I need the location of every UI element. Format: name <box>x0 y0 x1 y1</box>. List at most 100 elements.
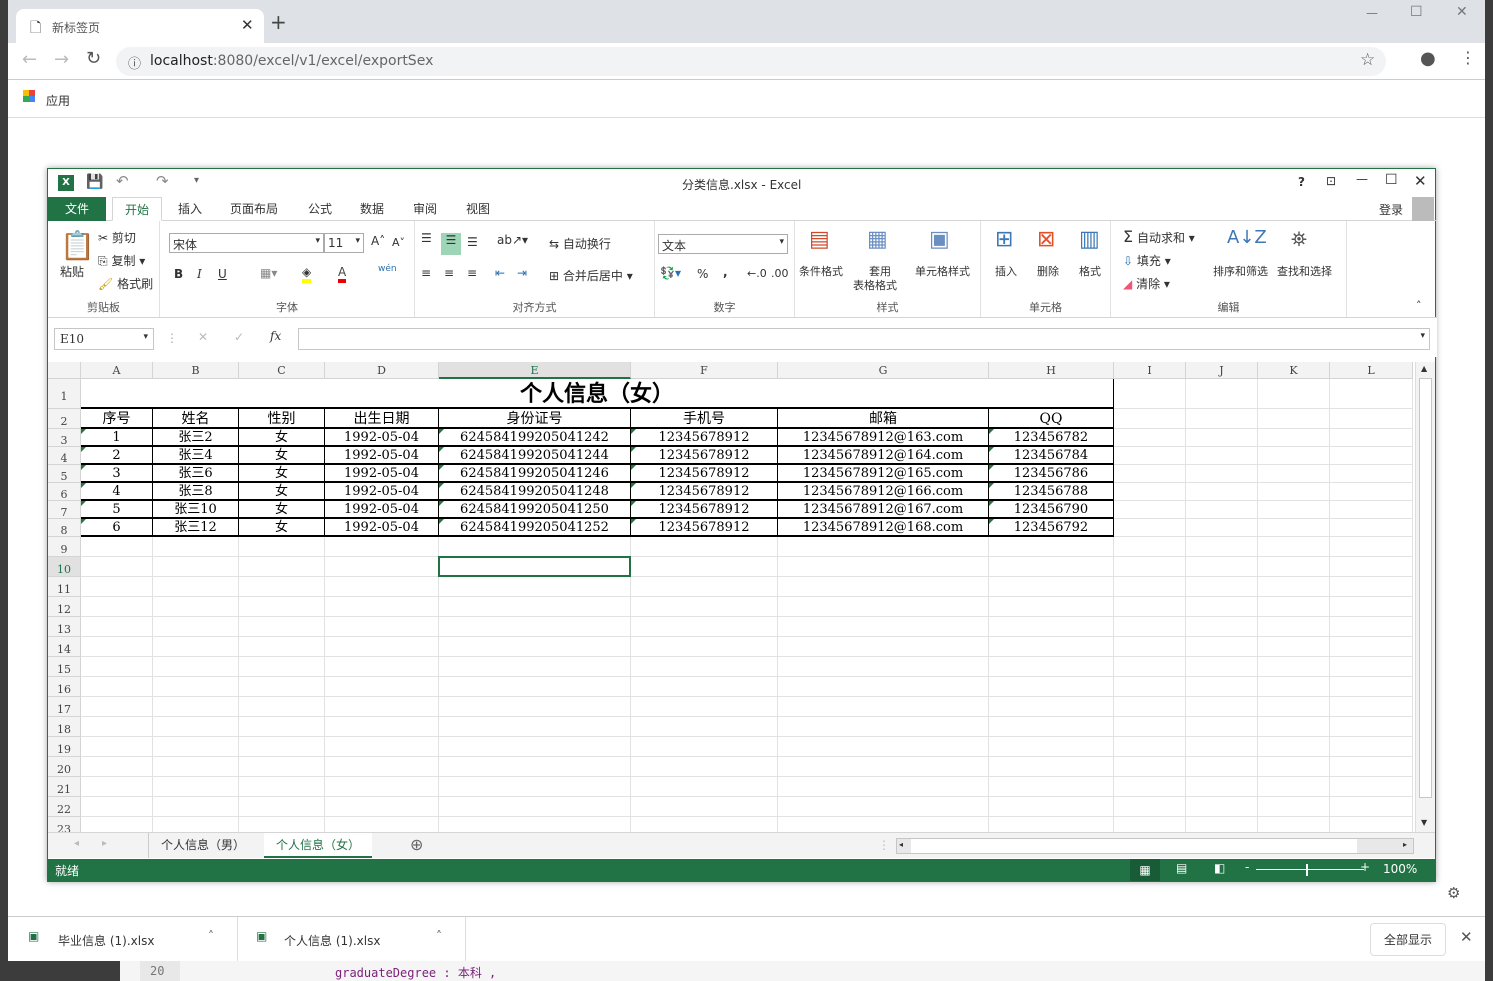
font-color-icon[interactable]: A <box>338 265 347 283</box>
cell[interactable] <box>239 657 325 677</box>
apps-bookmark[interactable]: 应用 <box>46 92 70 109</box>
row-header[interactable]: 16 <box>48 677 81 697</box>
cell[interactable] <box>631 577 778 597</box>
cell[interactable] <box>1186 757 1258 777</box>
cell[interactable] <box>1114 597 1186 617</box>
cell[interactable] <box>778 777 989 797</box>
cell[interactable] <box>439 597 631 617</box>
cell[interactable] <box>1186 483 1258 501</box>
cell[interactable] <box>439 657 631 677</box>
column-header[interactable]: L <box>1330 362 1413 379</box>
cell[interactable] <box>325 697 439 717</box>
login-link[interactable]: 登录 <box>1379 201 1403 218</box>
zoom-level[interactable]: 100% <box>1383 862 1417 876</box>
name-box[interactable]: E10 ▾ <box>54 328 154 350</box>
align-center-icon[interactable]: ≡ <box>444 266 454 280</box>
data-cell[interactable]: 1992-05-04 <box>325 429 439 447</box>
row-header[interactable]: 13 <box>48 617 81 637</box>
data-cell[interactable]: 12345678912@168.com <box>778 519 989 537</box>
cell[interactable] <box>1258 757 1330 777</box>
row-header[interactable]: 6 <box>48 483 81 501</box>
align-right-icon[interactable]: ≡ <box>467 266 477 280</box>
cell[interactable] <box>153 717 239 737</box>
apps-icon[interactable] <box>23 90 35 102</box>
cell[interactable] <box>153 637 239 657</box>
row-header[interactable]: 10 <box>48 557 81 577</box>
cell[interactable] <box>1186 379 1258 409</box>
vertical-scroll-thumb[interactable] <box>1419 378 1432 798</box>
zoom-slider[interactable] <box>1256 869 1364 870</box>
zoom-out-button[interactable]: - <box>1245 860 1249 874</box>
data-cell[interactable]: 12345678912 <box>631 483 778 501</box>
cell[interactable] <box>439 797 631 817</box>
scroll-down-icon[interactable]: ▼ <box>1421 818 1427 827</box>
maximize-button[interactable]: ☐ <box>1410 4 1423 20</box>
cell[interactable] <box>1114 717 1186 737</box>
cell[interactable] <box>778 717 989 737</box>
font-size-select[interactable]: 11 ▾ <box>324 233 364 253</box>
cell[interactable] <box>325 677 439 697</box>
cell[interactable] <box>239 577 325 597</box>
cell[interactable] <box>153 797 239 817</box>
cell[interactable] <box>989 557 1114 577</box>
settings-gear-icon[interactable]: ⚙ <box>1447 884 1460 902</box>
cell[interactable] <box>1114 757 1186 777</box>
cell[interactable] <box>1258 817 1330 832</box>
cell[interactable] <box>631 697 778 717</box>
row-header[interactable]: 7 <box>48 501 81 519</box>
cell[interactable] <box>325 557 439 577</box>
xl-maximize-button[interactable]: ☐ <box>1385 172 1398 188</box>
cell[interactable] <box>153 677 239 697</box>
cell[interactable] <box>631 657 778 677</box>
cell[interactable] <box>989 777 1114 797</box>
cell[interactable] <box>631 637 778 657</box>
wrap-text-button[interactable]: ⇆ 自动换行 <box>549 235 611 252</box>
cell[interactable] <box>1114 429 1186 447</box>
row-header[interactable]: 17 <box>48 697 81 717</box>
column-header[interactable]: J <box>1186 362 1258 379</box>
cell[interactable] <box>631 737 778 757</box>
row-header[interactable]: 1 <box>48 379 81 409</box>
data-cell[interactable]: 张三4 <box>153 447 239 465</box>
select-all-corner[interactable] <box>48 362 81 379</box>
cancel-icon[interactable]: ✕ <box>198 330 208 344</box>
cell[interactable] <box>1330 777 1413 797</box>
increase-indent-icon[interactable]: ⇥ <box>517 266 527 280</box>
cell[interactable] <box>989 757 1114 777</box>
cell[interactable] <box>1330 657 1413 677</box>
data-cell[interactable]: 12345678912@166.com <box>778 483 989 501</box>
cell[interactable] <box>1330 597 1413 617</box>
cell[interactable] <box>1258 797 1330 817</box>
cell[interactable] <box>1330 737 1413 757</box>
cell[interactable] <box>1330 817 1413 832</box>
cell[interactable] <box>239 797 325 817</box>
cut-button[interactable]: ✂ 剪切 <box>98 229 136 246</box>
zoom-slider-handle[interactable] <box>1306 864 1308 876</box>
column-header[interactable]: C <box>239 362 325 379</box>
format-as-table-icon[interactable]: ▦ <box>867 227 888 252</box>
cell[interactable] <box>1114 737 1186 757</box>
decrease-indent-icon[interactable]: ⇤ <box>495 266 505 280</box>
merge-center-button[interactable]: ⊞ 合并后居中 ▾ <box>549 267 633 284</box>
cell[interactable] <box>631 537 778 557</box>
cell[interactable] <box>1330 757 1413 777</box>
cell[interactable] <box>778 577 989 597</box>
cell[interactable] <box>1114 447 1186 465</box>
data-cell[interactable]: 12345678912@167.com <box>778 501 989 519</box>
cell[interactable] <box>989 817 1114 832</box>
cell[interactable] <box>1330 429 1413 447</box>
cell[interactable] <box>1330 637 1413 657</box>
paste-icon[interactable]: 📋 <box>60 229 95 262</box>
xl-close-button[interactable]: ✕ <box>1414 172 1427 190</box>
row-header[interactable]: 15 <box>48 657 81 677</box>
zoom-in-button[interactable]: + <box>1360 860 1370 874</box>
cell[interactable] <box>1186 717 1258 737</box>
cell[interactable] <box>1258 777 1330 797</box>
column-header[interactable]: K <box>1258 362 1330 379</box>
cell[interactable] <box>1114 777 1186 797</box>
cell[interactable] <box>81 577 153 597</box>
tab-view[interactable]: 视图 <box>454 197 502 221</box>
cell[interactable] <box>81 737 153 757</box>
cell[interactable] <box>153 777 239 797</box>
cell[interactable] <box>1258 519 1330 537</box>
